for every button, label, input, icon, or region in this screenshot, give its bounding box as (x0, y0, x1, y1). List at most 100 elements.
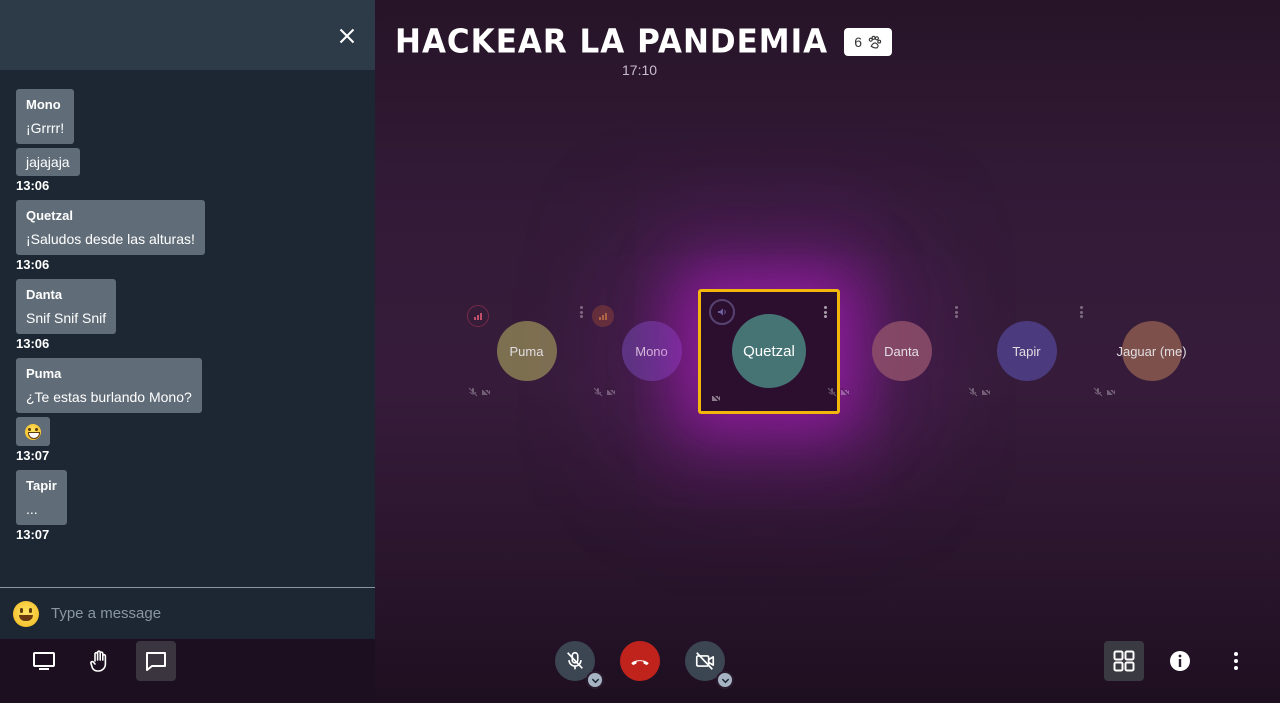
message-group: Quetzal ¡Saludos desde las alturas! 13:0… (16, 200, 356, 272)
grid-icon (1113, 650, 1135, 672)
close-chat-button[interactable] (337, 26, 357, 46)
hand-icon (90, 650, 107, 672)
chat-message: Danta Snif Snif Snif (16, 279, 117, 334)
participant-tile-quetzal[interactable]: Quetzal (698, 289, 840, 414)
chat-message: Tapir ... (16, 470, 67, 526)
share-screen-button[interactable] (24, 641, 64, 681)
hangup-button[interactable] (620, 641, 660, 681)
message-text: ¡Saludos desde las alturas! (26, 231, 195, 247)
emoji-picker-button[interactable] (13, 600, 39, 627)
connection-indicator[interactable] (467, 305, 489, 327)
avatar: Mono (621, 321, 682, 381)
message-list: Mono ¡Grrrr! jajajaja 13:06 Quetzal ¡Sal… (16, 89, 356, 549)
message-sender: Tapir (26, 478, 57, 494)
mic-muted-icon (968, 387, 978, 397)
status-indicators (968, 387, 991, 397)
status-indicators (827, 387, 850, 397)
toolbar-left (24, 641, 176, 681)
message-text: Snif Snif Snif (26, 310, 107, 326)
tile-view-button[interactable] (1104, 641, 1144, 681)
participant-tile-jaguar-me[interactable]: Jaguar (me) (1089, 298, 1214, 403)
avatar: Jaguar (me) (1116, 321, 1187, 381)
message-text: ... (26, 501, 38, 518)
raise-hand-button[interactable] (80, 641, 120, 681)
conference-stage: Hackear la pandemia 6 17:10 Puma (375, 0, 1280, 703)
mic-muted-icon (468, 387, 478, 397)
signal-icon (474, 313, 482, 320)
status-indicators (593, 387, 616, 397)
status-indicators (711, 393, 721, 403)
message-text: ¡Grrrr! (26, 120, 65, 136)
mic-off-icon (567, 651, 583, 670)
close-icon (339, 28, 355, 44)
participant-tile-mono[interactable]: Mono (589, 298, 714, 403)
chat-message: Mono ¡Grrrr! (16, 89, 75, 144)
camera-off-icon (695, 652, 715, 670)
participant-tile-puma[interactable]: Puma (464, 298, 589, 403)
camera-muted-icon (606, 387, 616, 397)
grinning-emoji-icon (25, 424, 41, 441)
chevron-down-icon (591, 678, 599, 683)
mic-muted-icon (593, 387, 603, 397)
message-input[interactable] (51, 605, 351, 622)
chat-composer (0, 587, 375, 639)
signal-icon (599, 313, 607, 320)
status-indicators (1093, 387, 1116, 397)
camera-muted-icon (840, 387, 850, 397)
chevron-down-icon (721, 678, 729, 683)
status-indicators (468, 387, 491, 397)
message-group: Tapir ... 13:07 (16, 470, 356, 542)
message-timestamp: 13:07 (16, 448, 50, 464)
mic-muted-icon (827, 387, 837, 397)
avatar: Quetzal (732, 314, 806, 388)
chat-panel: Mono ¡Grrrr! jajajaja 13:06 Quetzal ¡Sal… (0, 0, 375, 639)
message-sender: Quetzal (26, 208, 73, 223)
avatar: Danta (871, 321, 932, 381)
camera-options-button[interactable] (716, 671, 734, 689)
toolbar (0, 639, 1280, 703)
camera-button[interactable] (685, 641, 734, 689)
more-vertical-icon (1234, 652, 1238, 670)
dominant-speaker-indicator[interactable] (709, 299, 735, 325)
chat-toggle-button[interactable] (136, 641, 176, 681)
toolbar-right (1104, 641, 1256, 681)
participant-tiles: Puma Mono Quetzal Danta Tapir Jaguar (me… (375, 0, 1280, 703)
tile-menu-icon[interactable] (824, 306, 827, 318)
info-icon (1170, 651, 1190, 671)
message-timestamp: 13:06 (16, 336, 50, 351)
camera-muted-icon (981, 387, 991, 397)
message-timestamp: 13:07 (16, 527, 50, 543)
microphone-button[interactable] (555, 641, 604, 689)
chat-message: Quetzal ¡Saludos desde las alturas! (16, 200, 205, 255)
chat-header (0, 0, 375, 70)
toolbar-center (555, 641, 734, 689)
message-group: Puma ¿Te estas burlando Mono? 13:07 (16, 358, 356, 463)
message-group: Mono ¡Grrrr! jajajaja 13:06 (16, 89, 356, 193)
message-text: jajajaja (26, 154, 70, 170)
connection-indicator[interactable] (592, 305, 614, 327)
mic-options-button[interactable] (586, 671, 604, 689)
message-text: ¿Te estas burlando Mono? (26, 389, 192, 405)
chat-message: Puma ¿Te estas burlando Mono? (16, 358, 202, 413)
camera-muted-icon (1106, 387, 1116, 397)
avatar: Puma (496, 321, 557, 381)
message-timestamp: 13:06 (16, 257, 50, 272)
tile-menu-icon[interactable] (1080, 306, 1083, 318)
camera-muted-icon (481, 387, 491, 397)
speaker-icon (718, 308, 726, 316)
avatar: Tapir (996, 321, 1057, 381)
participant-tile-danta[interactable]: Danta (827, 298, 964, 403)
camera-muted-icon (711, 393, 721, 403)
chat-icon (146, 652, 166, 671)
tile-menu-icon[interactable] (580, 306, 583, 318)
tile-menu-icon[interactable] (955, 306, 958, 318)
message-sender: Puma (26, 366, 62, 381)
desktop-icon (33, 652, 55, 670)
chat-message: jajajaja (16, 148, 80, 176)
info-button[interactable] (1160, 641, 1200, 681)
phone-hangup-icon (631, 660, 649, 666)
message-timestamp: 13:06 (16, 178, 50, 193)
message-sender: Danta (26, 287, 63, 302)
more-options-button[interactable] (1216, 641, 1256, 681)
participant-tile-tapir[interactable]: Tapir (964, 298, 1089, 403)
